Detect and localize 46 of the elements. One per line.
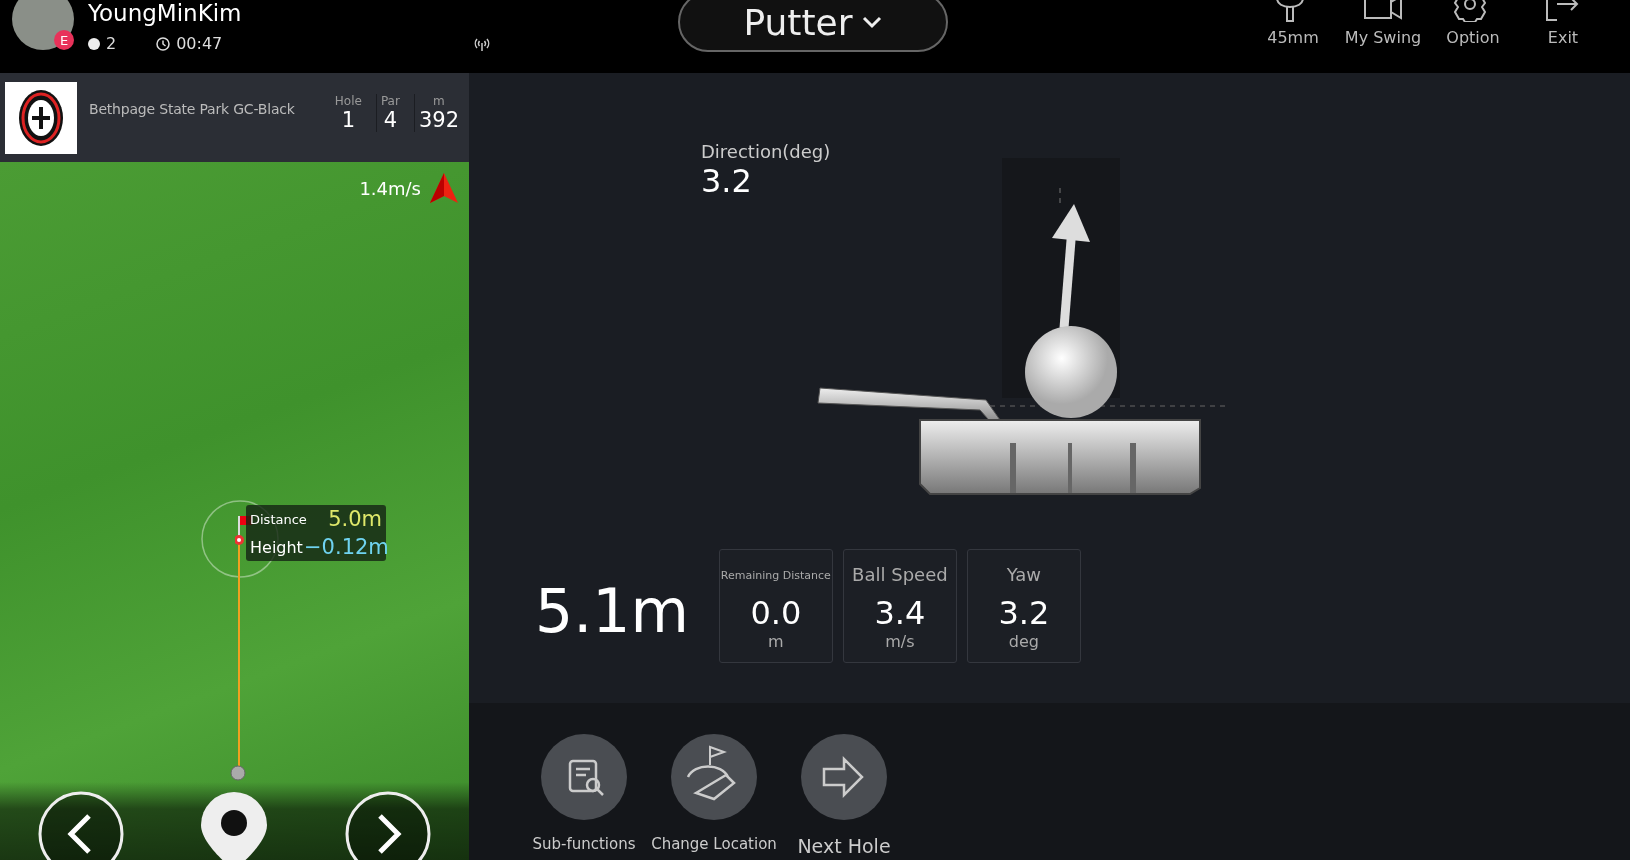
action-button[interactable]: Next Hole	[779, 733, 909, 860]
shot-distance: 5.1m	[535, 575, 689, 646]
play-time: 00:47	[176, 34, 223, 53]
club-dropdown[interactable]: Putter	[678, 0, 948, 52]
chevron-down-icon	[860, 15, 883, 29]
direction-value: 3.2	[701, 162, 753, 200]
metric-unit: m/s	[885, 631, 915, 651]
stat-value: 392	[418, 107, 459, 132]
direction-label: Direction(deg)	[701, 141, 831, 162]
toolbar-button[interactable]: Exit	[1518, 0, 1608, 47]
popup-value: 5.0m	[327, 507, 383, 531]
metric-value: 0.0	[750, 593, 802, 632]
popup-value: −0.12m	[304, 535, 386, 559]
metric-label: Yaw	[1006, 563, 1041, 587]
stat-value: 4	[383, 107, 398, 132]
forward-button[interactable]	[343, 790, 432, 860]
clock-icon	[156, 36, 171, 51]
metric-label: Remaining Distance	[720, 567, 831, 584]
action-button[interactable]: Sub-functions	[519, 733, 649, 860]
toolbar-button[interactable]: 45mm	[1248, 0, 1338, 47]
player-name: YoungMinKim	[88, 0, 243, 26]
wind-speed: 1.4m/s	[359, 177, 421, 199]
level-badge: E	[54, 30, 74, 50]
action-button[interactable]: Change Location	[649, 733, 779, 860]
toolbar-button[interactable]: Option	[1428, 0, 1518, 47]
avatar-placeholder	[12, 0, 74, 50]
document-search-icon	[540, 733, 628, 821]
toolbar-button[interactable]: My Swing	[1338, 0, 1428, 47]
popup-label: Distance	[249, 511, 304, 527]
metric-unit: m	[768, 631, 784, 651]
back-button[interactable]	[37, 790, 126, 860]
ball-icon	[88, 37, 100, 50]
location-pin-icon[interactable]	[199, 790, 270, 860]
metric-label: Ball Speed	[852, 563, 948, 587]
metric-value: 3.4	[874, 593, 926, 632]
stat-label: Hole	[334, 93, 362, 108]
ball-count: 2	[106, 34, 117, 53]
stat-label: m	[433, 93, 445, 108]
course-name: Bethpage State Park GC-Black	[89, 100, 296, 117]
ball-marker	[230, 765, 246, 781]
popup-label: Height	[249, 537, 304, 557]
stat-label: Par	[380, 93, 400, 108]
wind-arrow-icon	[429, 172, 459, 204]
metric-unit: deg	[1008, 631, 1039, 651]
stat-value: 1	[341, 107, 356, 132]
metric-value: 3.2	[998, 593, 1050, 632]
